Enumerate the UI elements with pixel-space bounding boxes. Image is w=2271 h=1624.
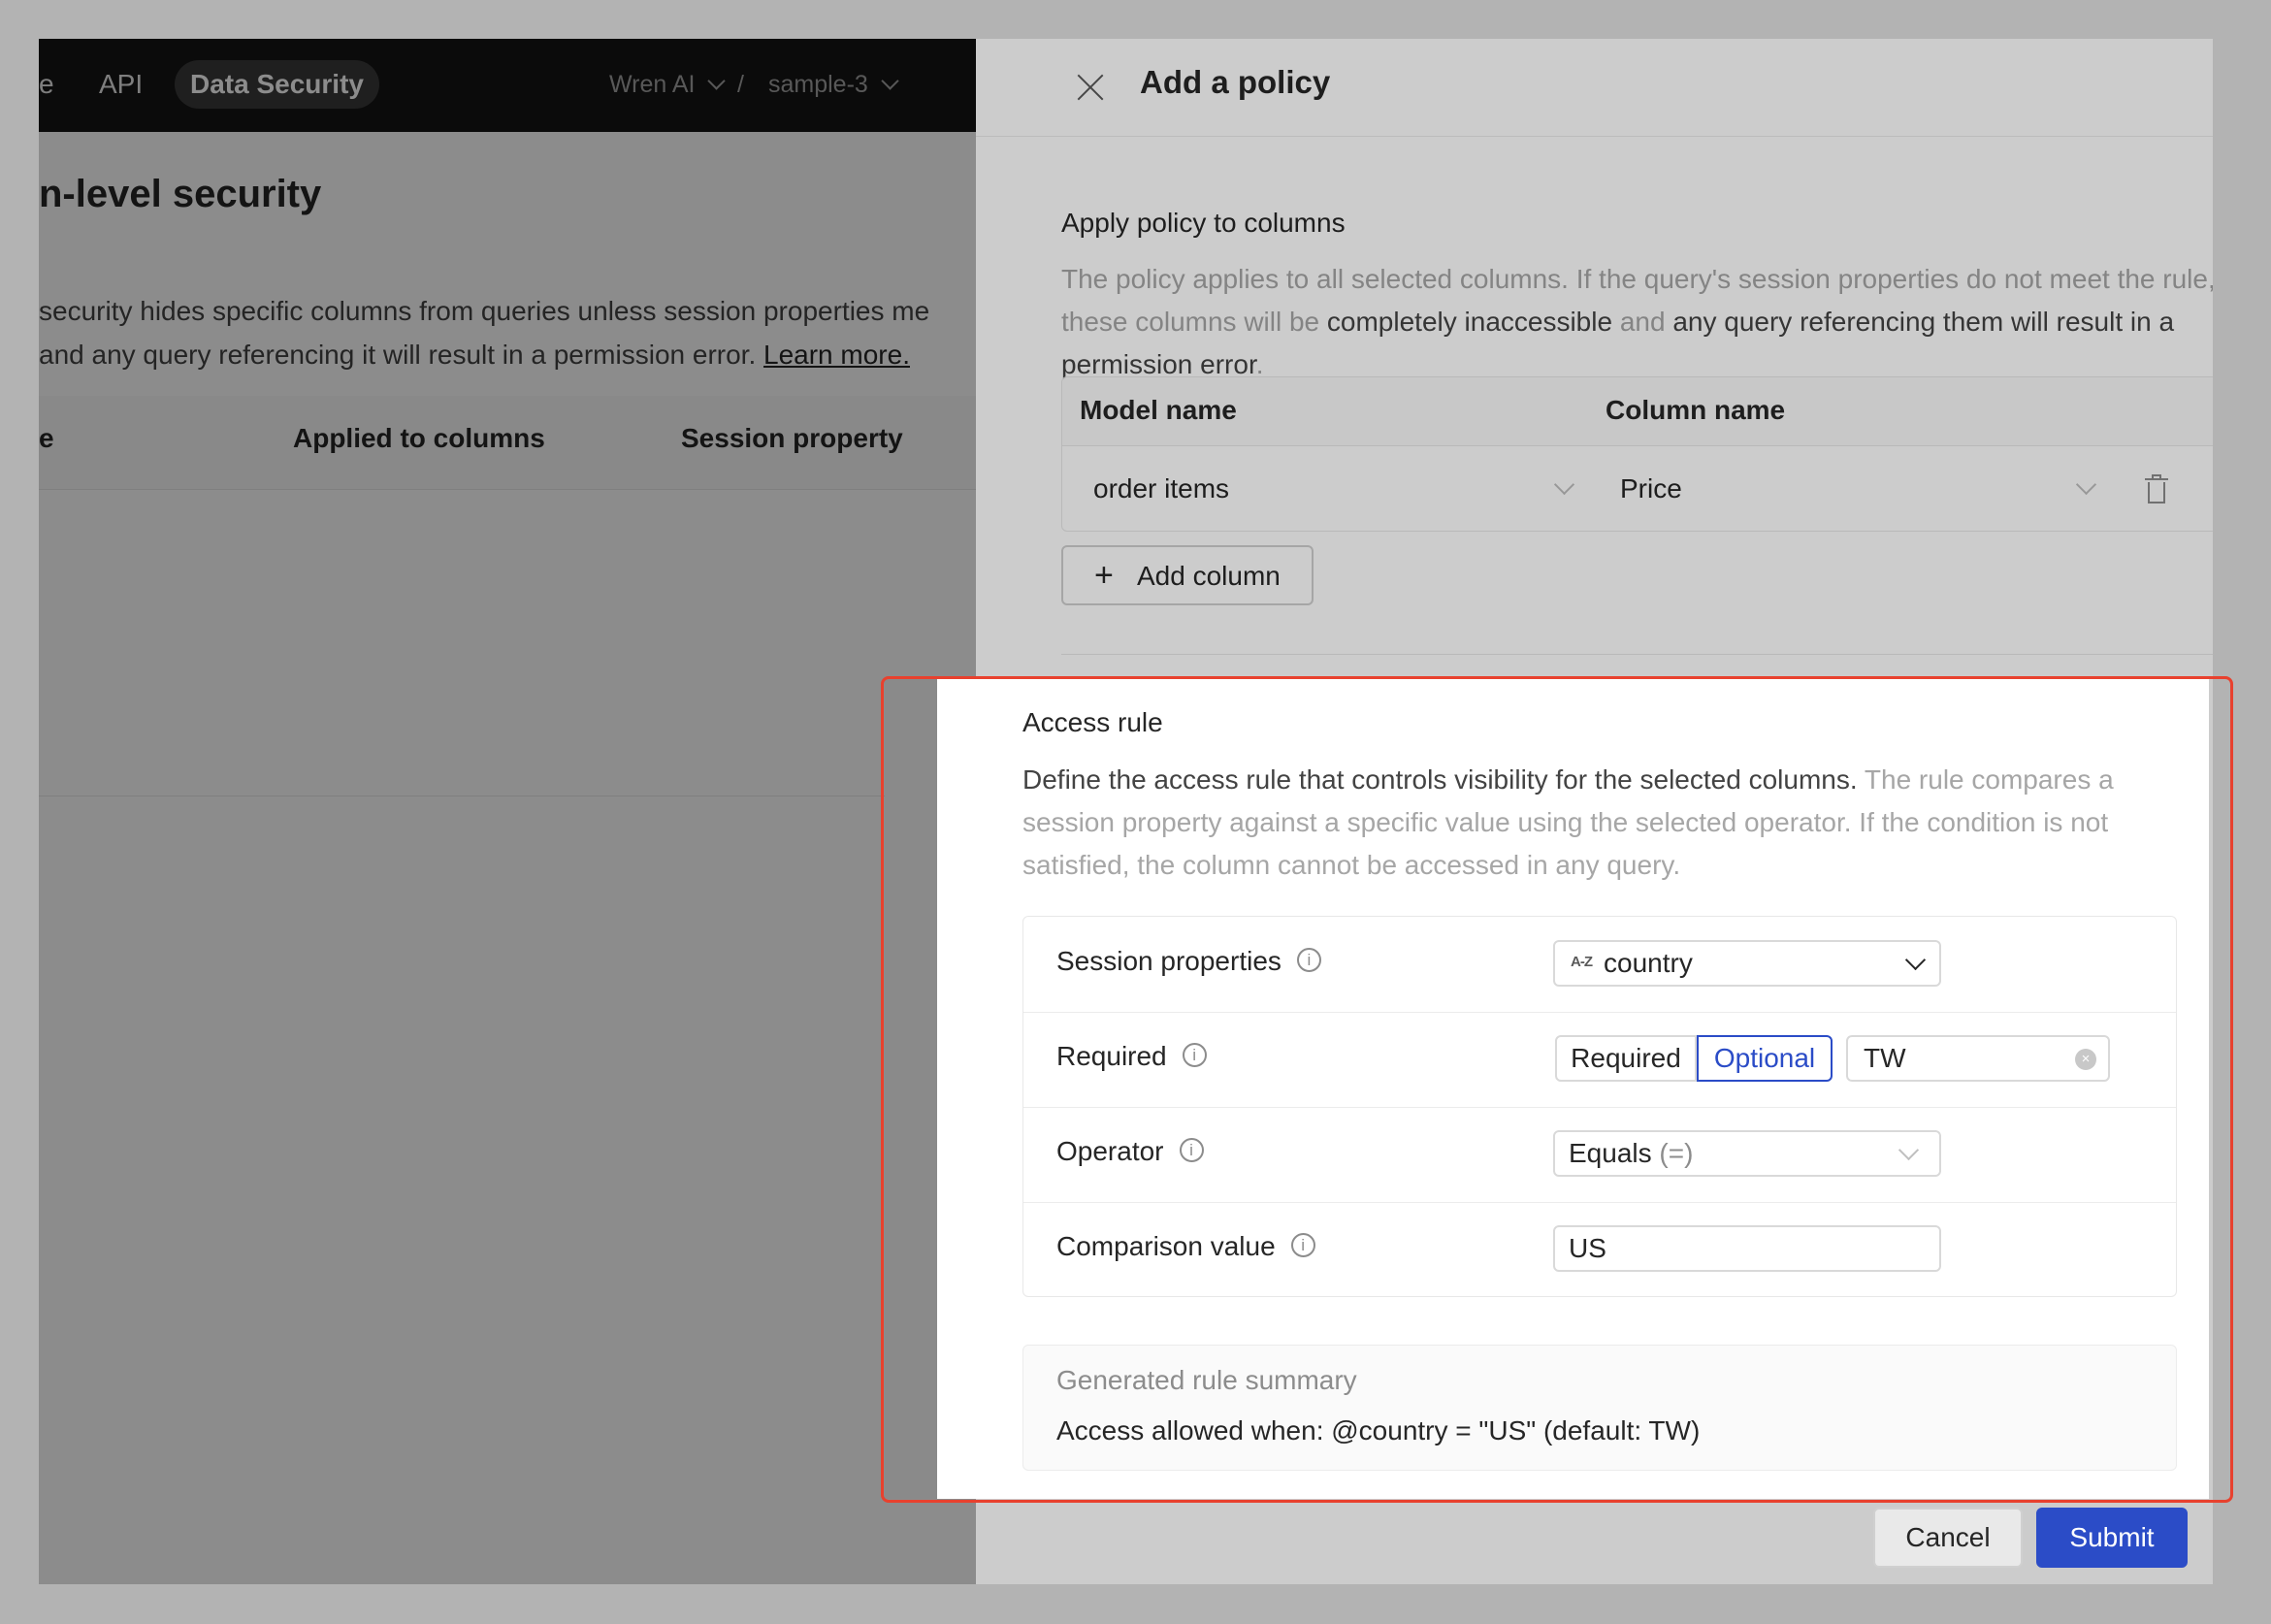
spotlight-overlay-strip	[885, 679, 937, 1499]
info-icon[interactable]: i	[1179, 1138, 1204, 1163]
access-rule-spotlight: Access rule Define the access rule that …	[937, 679, 2209, 1499]
operator-label: Operator i	[1056, 1136, 1204, 1167]
column-select[interactable]: Price	[1620, 463, 2115, 515]
session-properties-row: Session properties i A-Z country	[1023, 917, 2176, 1013]
drawer-title: Add a policy	[1140, 64, 1331, 100]
default-value-input[interactable]: TW ×	[1846, 1035, 2110, 1082]
comparison-value-label: Comparison value i	[1056, 1231, 1315, 1262]
column-table-header: Model name Column name	[1062, 377, 2213, 446]
operator-select[interactable]: Equals (=)	[1553, 1130, 1941, 1177]
apply-desc-part: .	[1255, 349, 1264, 379]
session-property-value: country	[1604, 948, 1693, 978]
chevron-down-icon	[1553, 473, 1575, 496]
cancel-button[interactable]: Cancel	[1873, 1508, 2023, 1568]
required-label-text: Required	[1056, 1041, 1167, 1071]
operator-symbol: (=)	[1659, 1138, 1694, 1168]
comparison-value-input[interactable]: US	[1553, 1225, 1941, 1272]
string-type-icon: A-Z	[1571, 954, 1593, 970]
info-icon[interactable]: i	[1290, 1233, 1315, 1258]
apply-section-description: The policy applies to all selected colum…	[1061, 258, 2213, 386]
access-rule-title: Access rule	[1022, 707, 1163, 737]
access-desc-emphasis: Define the access rule that controls vis…	[1022, 764, 1858, 795]
plus-icon: +	[1094, 557, 1114, 594]
chevron-down-icon	[1898, 1139, 1920, 1161]
submit-button[interactable]: Submit	[2036, 1508, 2188, 1568]
session-properties-label-text: Session properties	[1056, 946, 1281, 976]
column-table: Model name Column name order items Price	[1061, 376, 2213, 532]
required-label: Required i	[1056, 1041, 1207, 1072]
apply-section-title: Apply policy to columns	[1061, 208, 1346, 238]
clear-icon[interactable]: ×	[2075, 1049, 2096, 1070]
chevron-down-icon	[2075, 473, 2097, 496]
modal-overlay[interactable]	[39, 39, 976, 1584]
required-row: Required i Required Optional TW ×	[1023, 1012, 2176, 1108]
required-option[interactable]: Required	[1555, 1035, 1697, 1082]
info-icon[interactable]: i	[1182, 1043, 1207, 1068]
comparison-value-row: Comparison value i US	[1023, 1202, 2176, 1297]
column-name-header: Column name	[1606, 395, 1786, 425]
add-column-button[interactable]: + Add column	[1061, 545, 1314, 605]
model-name-header: Model name	[1080, 395, 1237, 425]
rule-summary-text: Access allowed when: @country = "US" (de…	[1056, 1415, 1701, 1445]
rule-summary: Generated rule summary Access allowed wh…	[1022, 1345, 2177, 1471]
model-select[interactable]: order items	[1093, 463, 1588, 515]
operator-row: Operator i Equals (=)	[1023, 1107, 2176, 1203]
close-icon[interactable]	[1071, 68, 1110, 107]
operator-name: Equals	[1569, 1138, 1652, 1168]
chevron-down-icon	[1904, 949, 1927, 971]
trash-icon[interactable]	[2145, 474, 2168, 503]
column-select-value: Price	[1620, 473, 1682, 503]
add-column-label: Add column	[1137, 561, 1281, 591]
comparison-value: US	[1569, 1233, 1606, 1263]
model-select-value: order items	[1093, 473, 1230, 503]
optional-option[interactable]: Optional	[1697, 1035, 1833, 1082]
comparison-value-label-text: Comparison value	[1056, 1231, 1276, 1261]
default-value: TW	[1864, 1043, 1906, 1073]
operator-value: Equals (=)	[1569, 1138, 1693, 1169]
info-icon[interactable]: i	[1296, 948, 1321, 973]
apply-desc-emphasis: completely inaccessible	[1326, 307, 1613, 337]
operator-label-text: Operator	[1056, 1136, 1164, 1166]
background-page: e API Data Security Wren AI / sample-3 n…	[39, 39, 976, 1584]
rule-form: Session properties i A-Z country Required…	[1022, 916, 2177, 1297]
session-property-select[interactable]: A-Z country	[1553, 940, 1941, 987]
apply-desc-part: and	[1612, 307, 1673, 337]
drawer-header: Add a policy	[976, 39, 2213, 137]
session-properties-label: Session properties i	[1056, 946, 1321, 977]
access-rule-description: Define the access rule that controls vis…	[1022, 759, 2177, 887]
rule-summary-title: Generated rule summary	[1056, 1365, 1357, 1395]
section-divider	[1061, 654, 2213, 655]
